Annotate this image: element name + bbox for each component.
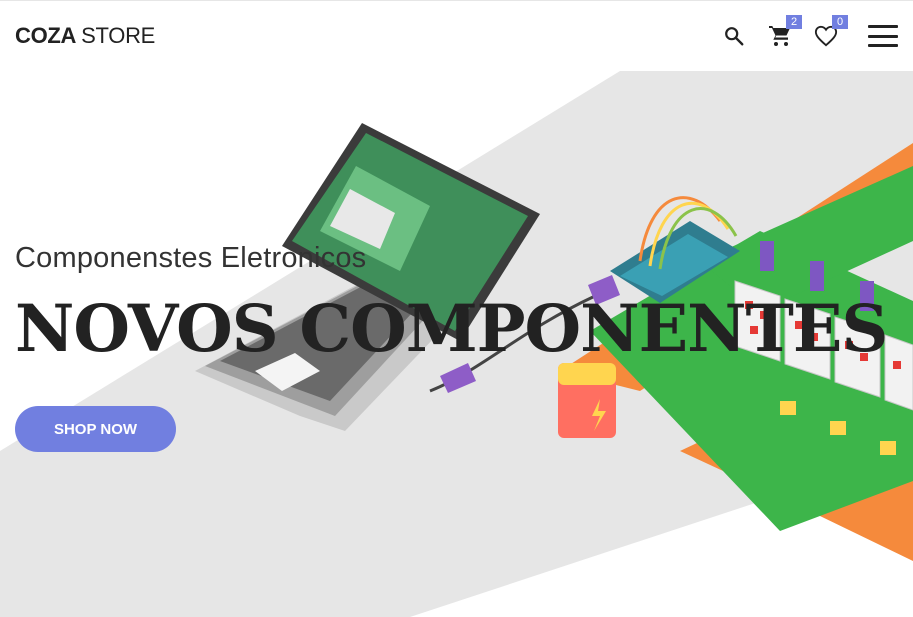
menu-button[interactable]: [868, 25, 898, 47]
menu-icon-bar: [868, 34, 898, 38]
hero-slider: Componenstes Eletronicos NOVOS COMPONENT…: [0, 71, 913, 617]
logo-rest-text: STORE: [81, 23, 156, 48]
logo[interactable]: COZA STORE: [15, 23, 155, 49]
search-button[interactable]: [722, 24, 746, 48]
site-header: COZA STORE 2 0: [0, 1, 913, 71]
cart-button[interactable]: 2: [768, 15, 802, 48]
logo-bold-text: COZA: [15, 23, 77, 48]
wishlist-button[interactable]: 0: [814, 15, 848, 48]
cart-count-badge: 2: [786, 15, 802, 29]
menu-icon-bar: [868, 25, 898, 28]
menu-icon-bar: [868, 44, 898, 47]
hero-title: NOVOS COMPONENTES: [15, 291, 888, 367]
wishlist-count-badge: 0: [832, 15, 848, 29]
hero-subtitle: Componenstes Eletronicos: [15, 242, 367, 274]
search-icon: [725, 27, 744, 46]
shop-now-button[interactable]: SHOP NOW: [15, 406, 176, 452]
header-icons: 2 0: [722, 15, 898, 48]
